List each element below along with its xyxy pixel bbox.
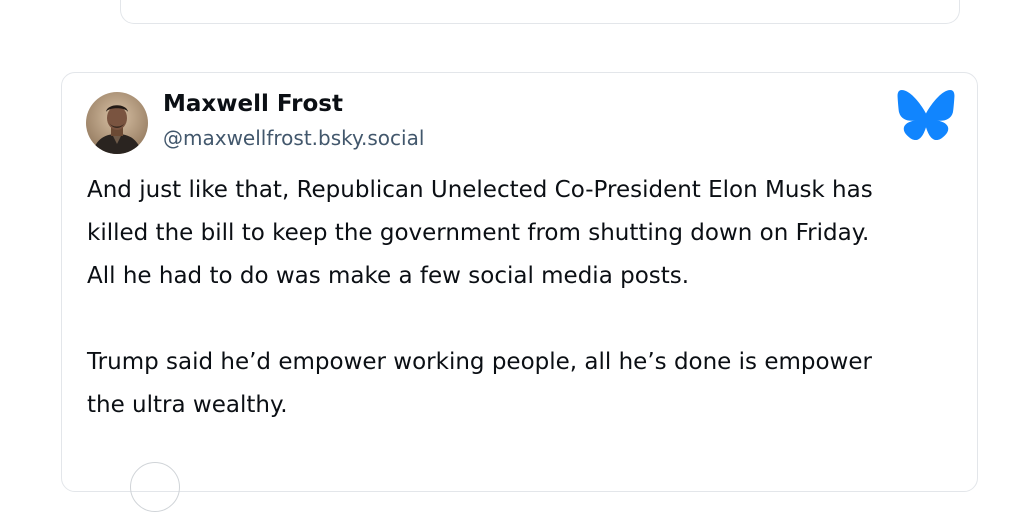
post-text-line: Trump said he’d empower working people, … [87, 349, 872, 375]
post-text: And just like that, Republican Unelected… [87, 169, 957, 427]
post-text-line: And just like that, Republican Unelected… [87, 177, 873, 203]
author-handle[interactable]: @maxwellfrost.bsky.social [163, 126, 424, 150]
previous-post-card [120, 0, 960, 24]
author-display-name[interactable]: Maxwell Frost [163, 91, 343, 117]
post-text-line: the ultra wealthy. [87, 392, 288, 418]
post-text-line: killed the bill to keep the government f… [87, 220, 870, 246]
bluesky-butterfly-icon[interactable] [896, 89, 956, 141]
post-text-line: All he had to do was make a few social m… [87, 263, 690, 289]
post-embed-card[interactable]: Maxwell Frost @maxwellfrost.bsky.social … [61, 72, 978, 492]
author-avatar[interactable] [86, 92, 148, 154]
quoted-post-avatar[interactable] [130, 462, 180, 512]
